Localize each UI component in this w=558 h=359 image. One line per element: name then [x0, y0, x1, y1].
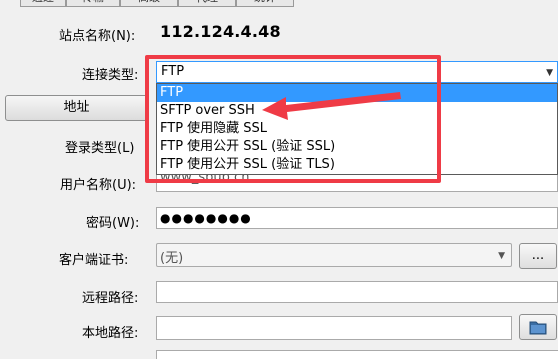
browse-cert-button[interactable]: ... — [519, 243, 557, 269]
tab-advanced[interactable]: 高级 — [120, 0, 178, 7]
browse-folder-button[interactable] — [519, 314, 557, 340]
login-type-label: 登录类型(L) — [65, 141, 135, 156]
client-cert-select[interactable]: (无) ▼ — [156, 243, 512, 267]
client-cert-label: 客户端证书: — [59, 253, 129, 268]
client-cert-value: (无) — [160, 251, 184, 266]
tab-proxy[interactable]: 代理 — [178, 0, 236, 7]
local-path-field[interactable] — [156, 316, 512, 340]
annotation-highlight-box — [145, 55, 441, 183]
folder-icon — [529, 321, 547, 335]
tab-transfer[interactable]: 传输 — [66, 0, 120, 7]
connection-type-label: 连接类型: — [82, 68, 139, 83]
local-path-label: 本地路径: — [82, 326, 139, 341]
remote-path-label: 远程路径: — [82, 291, 139, 306]
next-field[interactable] — [156, 350, 558, 359]
remote-path-field[interactable] — [156, 281, 558, 303]
address-button[interactable]: 地址 — [5, 95, 148, 121]
password-field[interactable]: ●●●●●●●● — [156, 207, 558, 229]
tab-stats[interactable]: 统计 — [236, 0, 294, 7]
site-name-label: 站点名称(N): — [59, 29, 136, 44]
password-value: ●●●●●●●● — [160, 211, 252, 225]
chevron-down-icon[interactable]: ▼ — [546, 68, 553, 78]
tab-strip: 通过 传输 高级 代理 统计 — [0, 0, 558, 7]
tab-general[interactable]: 通过 — [20, 0, 66, 7]
chevron-down-icon[interactable]: ▼ — [498, 251, 505, 261]
username-label: 用户名称(U): — [60, 178, 137, 193]
password-label: 密码(W): — [86, 216, 140, 231]
site-name-value: 112.124.4.48 — [160, 22, 281, 41]
